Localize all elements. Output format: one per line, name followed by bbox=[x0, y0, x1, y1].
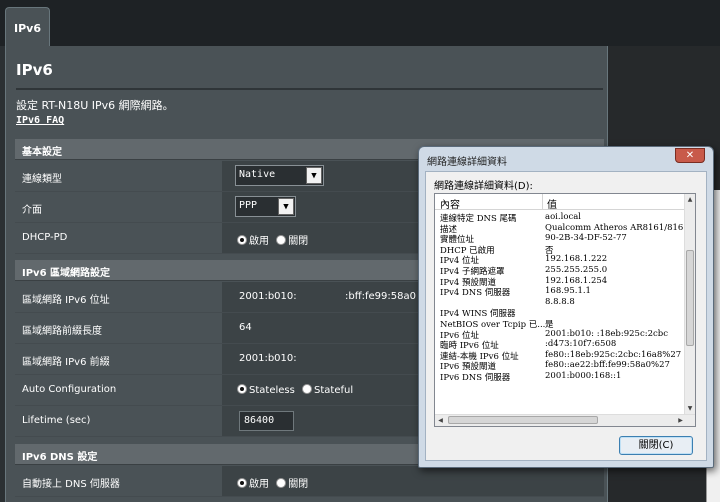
tab-ipv6[interactable]: IPv6 bbox=[5, 7, 50, 47]
dhcp-pd-disable-option[interactable]: 關閉 bbox=[276, 235, 309, 247]
list-item[interactable]: IPv4 WINS 伺服器 bbox=[435, 307, 685, 319]
top-bar bbox=[0, 0, 720, 46]
auto-dns-disable-option[interactable]: 關閉 bbox=[276, 478, 309, 490]
stateful-label: Stateful bbox=[314, 385, 354, 396]
dhcp-pd-radio-group: 啟用 關閉 bbox=[237, 232, 312, 247]
page-title: IPv6 bbox=[16, 61, 53, 79]
list-item[interactable]: NetBIOS over Tcpip 已... 是 bbox=[435, 318, 685, 330]
list-item[interactable]: IPv6 位址 2001:b010: :18eb:925c:2cbc bbox=[435, 328, 685, 341]
list-item-value: :d473:10f7:6508 bbox=[545, 339, 617, 350]
list-item[interactable]: 臨時 IPv6 位址 :d473:10f7:6508 bbox=[435, 339, 685, 351]
list-item[interactable]: 8.8.8.8 bbox=[435, 297, 685, 308]
list-item[interactable]: IPv4 位址 192.168.1.222 bbox=[435, 254, 685, 266]
interface-select[interactable]: PPP ▼ bbox=[235, 196, 296, 217]
list-item[interactable]: 連線特定 DNS 尾碼 aoi.local bbox=[435, 212, 685, 224]
radio-selected-icon[interactable] bbox=[237, 235, 247, 245]
auto-config-radio-group: Stateless Stateful bbox=[237, 384, 357, 396]
auto-dns-label: 自動接上 DNS 伺服器 bbox=[15, 466, 221, 496]
lan-ipv6-address-part1: 2001:b010: bbox=[239, 291, 297, 302]
list-item-value: Qualcomm Atheros AR8161/8165 PCI-E bbox=[545, 222, 683, 233]
horizontal-scrollbar[interactable]: ◀ ▶ bbox=[435, 414, 695, 426]
list-item[interactable]: IPv6 預設閘道 fe80::ae22:bff:fe99:58a0%27 bbox=[435, 360, 685, 372]
lan-prefix-length-label: 區域網路前綴長度 bbox=[15, 313, 221, 343]
chevron-down-icon: ▼ bbox=[278, 198, 294, 215]
ipv6-faq-link[interactable]: IPv6 FAQ bbox=[16, 115, 64, 126]
details-label: 網路連線詳細資料(D): bbox=[434, 181, 533, 192]
list-item[interactable]: DHCP 已啟用否 bbox=[435, 244, 685, 256]
list-item-value: aoi.local bbox=[545, 212, 581, 222]
connection-type-select[interactable]: Native ▼ bbox=[235, 165, 324, 186]
connection-type-value: Native bbox=[239, 169, 276, 180]
stateless-option[interactable]: Stateless bbox=[237, 384, 295, 396]
column-header-property[interactable]: 內容 bbox=[440, 196, 460, 211]
row-auto-dns: 自動接上 DNS 伺服器 啟用 關閉 bbox=[15, 466, 604, 497]
lifetime-label: Lifetime (sec) bbox=[15, 406, 221, 436]
page-description: 設定 RT-N18U IPv6 網際網路。 bbox=[16, 99, 174, 112]
vertical-scrollbar[interactable]: ▲ ▼ bbox=[684, 194, 695, 414]
scroll-right-icon[interactable]: ▶ bbox=[675, 415, 686, 426]
list-item-property: IPv6 DNS 伺服器 bbox=[440, 372, 511, 383]
radio-empty-icon[interactable] bbox=[276, 478, 287, 488]
list-item-value: 2001:b000:168::1 bbox=[545, 370, 622, 381]
column-separator[interactable] bbox=[542, 194, 543, 210]
dhcp-pd-enable-label: 啟用 bbox=[249, 236, 269, 247]
radio-selected-icon[interactable] bbox=[237, 384, 247, 394]
list-item-value: 192.168.1.222 bbox=[545, 254, 608, 265]
auto-configuration-label: Auto Configuration bbox=[15, 375, 221, 405]
scroll-down-icon[interactable]: ▼ bbox=[685, 403, 695, 414]
list-item-value: 2001:b010: :18eb:925c:2cbc bbox=[545, 328, 668, 339]
lan-ipv6-prefix-label: 區域網路 IPv6 前綴 bbox=[15, 344, 221, 374]
list-item-value: fe80::ae22:bff:fe99:58a0%27 bbox=[545, 360, 670, 371]
dialog-body: 網路連線詳細資料(D): 內容 值 連線特定 DNS 尾碼 aoi.local 描述… bbox=[425, 171, 707, 461]
dhcp-pd-disable-label: 關閉 bbox=[288, 236, 309, 247]
dialog-title: 網路連線詳細資料 bbox=[427, 157, 507, 168]
list-item[interactable]: 連結-本機 IPv6 位址 fe80::18eb:925c:2cbc:16a8%2… bbox=[435, 349, 685, 362]
radio-selected-icon[interactable] bbox=[237, 478, 247, 488]
lan-ipv6-prefix-value: 2001:b010: bbox=[239, 353, 297, 364]
list-header: 內容 值 bbox=[435, 194, 685, 211]
list-item[interactable]: IPv4 預設閘道 192.168.1.254 bbox=[435, 275, 685, 288]
stateless-label: Stateless bbox=[249, 385, 295, 396]
close-button[interactable]: 關閉(C) bbox=[619, 436, 693, 455]
list-item[interactable]: 描述Qualcomm Atheros AR8161/8165 PCI-E bbox=[435, 222, 685, 235]
auto-dns-enable-label: 啟用 bbox=[249, 479, 269, 490]
list-item[interactable]: IPv4 子網路遮罩 255.255.255.0 bbox=[435, 264, 685, 277]
list-item-value: 168.95.1.1 bbox=[545, 286, 591, 297]
details-list[interactable]: 內容 值 連線特定 DNS 尾碼 aoi.local 描述 Qualcomm Athe… bbox=[434, 193, 696, 427]
scroll-thumb[interactable] bbox=[448, 416, 598, 424]
column-header-value[interactable]: 值 bbox=[547, 196, 557, 211]
close-icon[interactable]: ✕ bbox=[675, 148, 705, 163]
radio-empty-icon[interactable] bbox=[276, 235, 287, 245]
interface-value: PPP bbox=[239, 200, 258, 211]
radio-empty-icon[interactable] bbox=[302, 384, 313, 394]
list-item-value: fe80::18eb:925c:2cbc:16a8%27 bbox=[545, 349, 682, 360]
scroll-up-icon[interactable]: ▲ bbox=[685, 194, 695, 205]
auto-dns-disable-label: 關閉 bbox=[288, 479, 309, 490]
list-rows: 連線特定 DNS 尾碼 aoi.local 描述 Qualcomm Atheros A… bbox=[435, 212, 685, 383]
list-item-value: 192.168.1.254 bbox=[545, 275, 608, 286]
auto-dns-cell: 啟用 關閉 bbox=[222, 466, 604, 496]
dhcp-pd-enable-option[interactable]: 啟用 bbox=[237, 235, 269, 247]
interface-label: 介面 bbox=[15, 192, 221, 222]
list-item[interactable]: IPv6 DNS 伺服器 2001:b000:168::1 bbox=[435, 370, 685, 383]
dhcp-pd-label: DHCP-PD bbox=[15, 223, 221, 253]
auto-dns-enable-option[interactable]: 啟用 bbox=[237, 478, 269, 490]
chevron-down-icon: ▼ bbox=[306, 167, 322, 184]
auto-dns-radio-group: 啟用 關閉 bbox=[237, 475, 312, 490]
lifetime-input[interactable]: 86400 bbox=[239, 411, 294, 431]
stateful-option[interactable]: Stateful bbox=[302, 384, 354, 396]
list-item-value: 8.8.8.8 bbox=[545, 296, 575, 307]
network-details-dialog: 網路連線詳細資料 ✕ 網路連線詳細資料(D): 內容 值 連線特定 DNS 尾碼… bbox=[418, 146, 714, 468]
lan-ipv6-address-part2: :bff:fe99:58a0 bbox=[345, 291, 416, 302]
list-item-value: 90-2B-34-DF-52-77 bbox=[545, 233, 627, 244]
list-item-value: 255.255.255.0 bbox=[545, 264, 608, 275]
connection-type-label: 連線類型 bbox=[15, 161, 221, 191]
scroll-thumb[interactable] bbox=[686, 250, 694, 346]
lan-ipv6-address-label: 區域網路 IPv6 位址 bbox=[15, 282, 221, 312]
title-divider bbox=[16, 88, 603, 90]
lan-prefix-length-value: 64 bbox=[239, 322, 252, 333]
list-item[interactable]: IPv4 DNS 伺服器 168.95.1.1 bbox=[435, 286, 685, 298]
scroll-left-icon[interactable]: ◀ bbox=[435, 415, 446, 426]
list-item[interactable]: 實體位址 90-2B-34-DF-52-77 bbox=[435, 233, 685, 245]
